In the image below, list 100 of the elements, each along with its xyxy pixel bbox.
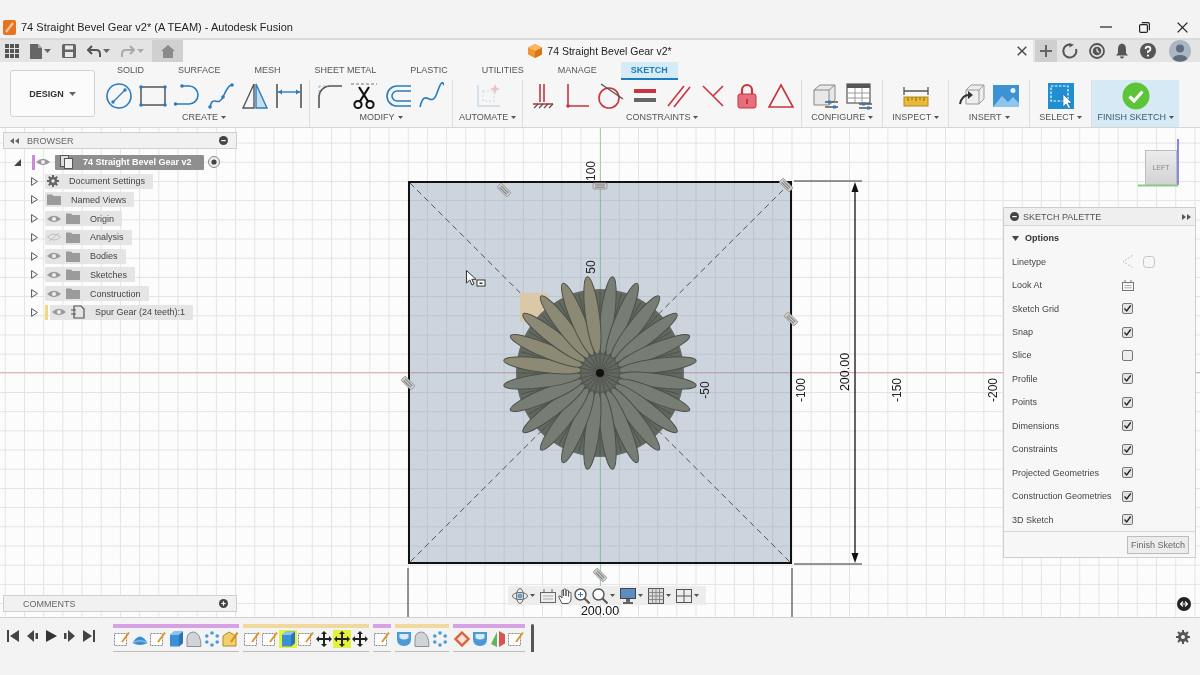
step-back-icon[interactable]	[26, 630, 38, 642]
toolbar-tab[interactable]: SURFACE	[168, 62, 231, 80]
scissors-icon[interactable]	[350, 82, 378, 110]
restore-icon[interactable]	[1139, 21, 1150, 33]
display-icon[interactable]	[620, 587, 636, 604]
expand-toggle-icon[interactable]	[31, 289, 38, 299]
close-icon[interactable]	[1177, 21, 1188, 33]
checkbox[interactable]	[1122, 514, 1133, 526]
toolbar-tab[interactable]: PLASTIC	[400, 62, 458, 80]
mirror-icon[interactable]	[241, 82, 269, 110]
close-icon[interactable]	[1017, 46, 1027, 56]
timeline-feature[interactable]	[351, 630, 369, 648]
expand-toggle-icon[interactable]	[31, 307, 38, 317]
checkbox[interactable]	[1122, 349, 1133, 361]
cube-sliders-icon[interactable]	[811, 82, 840, 110]
toolbar-tab[interactable]: SKETCH	[620, 62, 678, 80]
triangle-icon[interactable]	[767, 82, 796, 110]
skip-end-icon[interactable]	[83, 630, 95, 642]
tree-item[interactable]: Construction	[45, 286, 149, 302]
toolbar-tab[interactable]: UTILITIES	[471, 62, 534, 80]
minus-circle-icon[interactable]	[1010, 212, 1019, 221]
toolbar-tab[interactable]: MESH	[244, 62, 291, 80]
sync-icon[interactable]	[1062, 43, 1078, 59]
expand-toggle-icon[interactable]	[14, 158, 21, 166]
zoom-icon[interactable]	[592, 587, 608, 604]
spline-icon[interactable]	[207, 82, 235, 110]
caret-icon[interactable]	[103, 49, 110, 53]
constraint-icon[interactable]	[778, 177, 794, 193]
toolbar-group-menu[interactable]: CONSTRAINTS	[625, 112, 699, 122]
look-at-icon[interactable]	[540, 588, 556, 603]
checkbox[interactable]	[1122, 443, 1133, 455]
caret-icon[interactable]	[530, 594, 535, 597]
apps-grid-icon[interactable]	[5, 44, 19, 58]
play-icon[interactable]	[45, 630, 57, 642]
bell-icon[interactable]	[1115, 43, 1129, 59]
selection-cursor-icon[interactable]	[1046, 82, 1075, 110]
orbit-icon[interactable]	[512, 587, 528, 604]
caret-icon[interactable]	[44, 49, 51, 53]
avatar-icon[interactable]	[1169, 40, 1191, 62]
expand-toggle-icon[interactable]	[31, 214, 38, 224]
skip-start-icon[interactable]	[7, 630, 19, 642]
toolbar-group-menu[interactable]: CREATE	[182, 112, 226, 122]
expand-toggle-icon[interactable]	[31, 270, 38, 280]
step-forward-icon[interactable]	[64, 630, 76, 642]
eye-icon[interactable]	[36, 158, 50, 167]
timeline-marker[interactable]	[531, 624, 534, 652]
toolbar-tab[interactable]: SHEET METAL	[304, 62, 387, 80]
toolbar-group-menu[interactable]: CONFIGURE	[811, 112, 874, 122]
constraint-icon[interactable]	[592, 182, 608, 190]
expand-toggle-icon[interactable]	[31, 176, 38, 186]
target-icon[interactable]	[207, 156, 220, 169]
help-icon[interactable]	[1140, 43, 1156, 59]
toolbar-group-menu[interactable]: INSERT	[968, 112, 1010, 122]
expand-panel-icon[interactable]	[1182, 213, 1191, 220]
undo-icon[interactable]	[87, 45, 101, 57]
save-icon[interactable]	[62, 44, 76, 58]
tree-item[interactable]: Bodies	[45, 248, 126, 264]
toolbar-group-menu[interactable]: INSPECT	[892, 112, 940, 122]
checkbox[interactable]	[1122, 396, 1133, 408]
offset-icon[interactable]	[384, 82, 412, 110]
finish-sketch-button[interactable]: FINISH SKETCH	[1092, 80, 1180, 127]
checkbox[interactable]	[1122, 326, 1133, 338]
rectangle-tool-icon[interactable]	[139, 82, 167, 110]
toolbar-tab[interactable]: MANAGE	[547, 62, 607, 80]
perpendicular-icon[interactable]	[563, 82, 592, 110]
curve-icon[interactable]	[418, 82, 446, 110]
tree-item[interactable]: Origin	[45, 211, 122, 227]
dimension-icon[interactable]	[275, 82, 303, 110]
checkbox[interactable]	[1122, 373, 1133, 385]
timeline-feature[interactable]	[315, 630, 333, 648]
checkbox[interactable]	[1122, 303, 1133, 315]
expand-toggle-icon[interactable]	[31, 232, 38, 242]
table-sliders-icon[interactable]	[845, 82, 874, 110]
file-icon[interactable]	[30, 43, 42, 59]
toolbar-group-menu[interactable]: SELECT	[1039, 112, 1083, 122]
checkbox[interactable]	[1122, 467, 1133, 479]
toolbar-tab[interactable]: SOLID	[107, 62, 154, 80]
tree-item[interactable]: Document Settings	[45, 173, 154, 189]
workspace-dropdown[interactable]: DESIGN	[10, 70, 95, 117]
expand-toggle-icon[interactable]	[31, 251, 38, 261]
clock-icon[interactable]	[1089, 43, 1105, 59]
zoom-window-icon[interactable]	[574, 587, 590, 604]
new-tab-button[interactable]	[1035, 40, 1057, 62]
sketch-canvas[interactable]	[0, 128, 1200, 617]
tree-item[interactable]: Named Views	[45, 192, 135, 208]
checkbox[interactable]	[1122, 420, 1133, 432]
section-toggle-icon[interactable]	[1012, 235, 1019, 241]
tangent-icon[interactable]	[597, 82, 626, 110]
plus-circle-icon[interactable]	[219, 599, 228, 608]
expand-toggle-icon[interactable]	[31, 195, 38, 205]
toolbar-group-menu[interactable]: MODIFY	[359, 112, 403, 122]
caret-icon[interactable]	[638, 594, 643, 597]
expand-arrows-icon[interactable]	[1177, 597, 1191, 611]
finish-sketch-button[interactable]: Finish Sketch	[1126, 536, 1189, 555]
caret-icon[interactable]	[694, 594, 699, 597]
viewports-icon[interactable]	[676, 588, 692, 603]
tree-item[interactable]: Sketches	[45, 267, 136, 283]
checkbox[interactable]	[1122, 490, 1133, 502]
tree-item[interactable]: Analysis	[45, 229, 132, 245]
caret-icon[interactable]	[610, 594, 615, 597]
